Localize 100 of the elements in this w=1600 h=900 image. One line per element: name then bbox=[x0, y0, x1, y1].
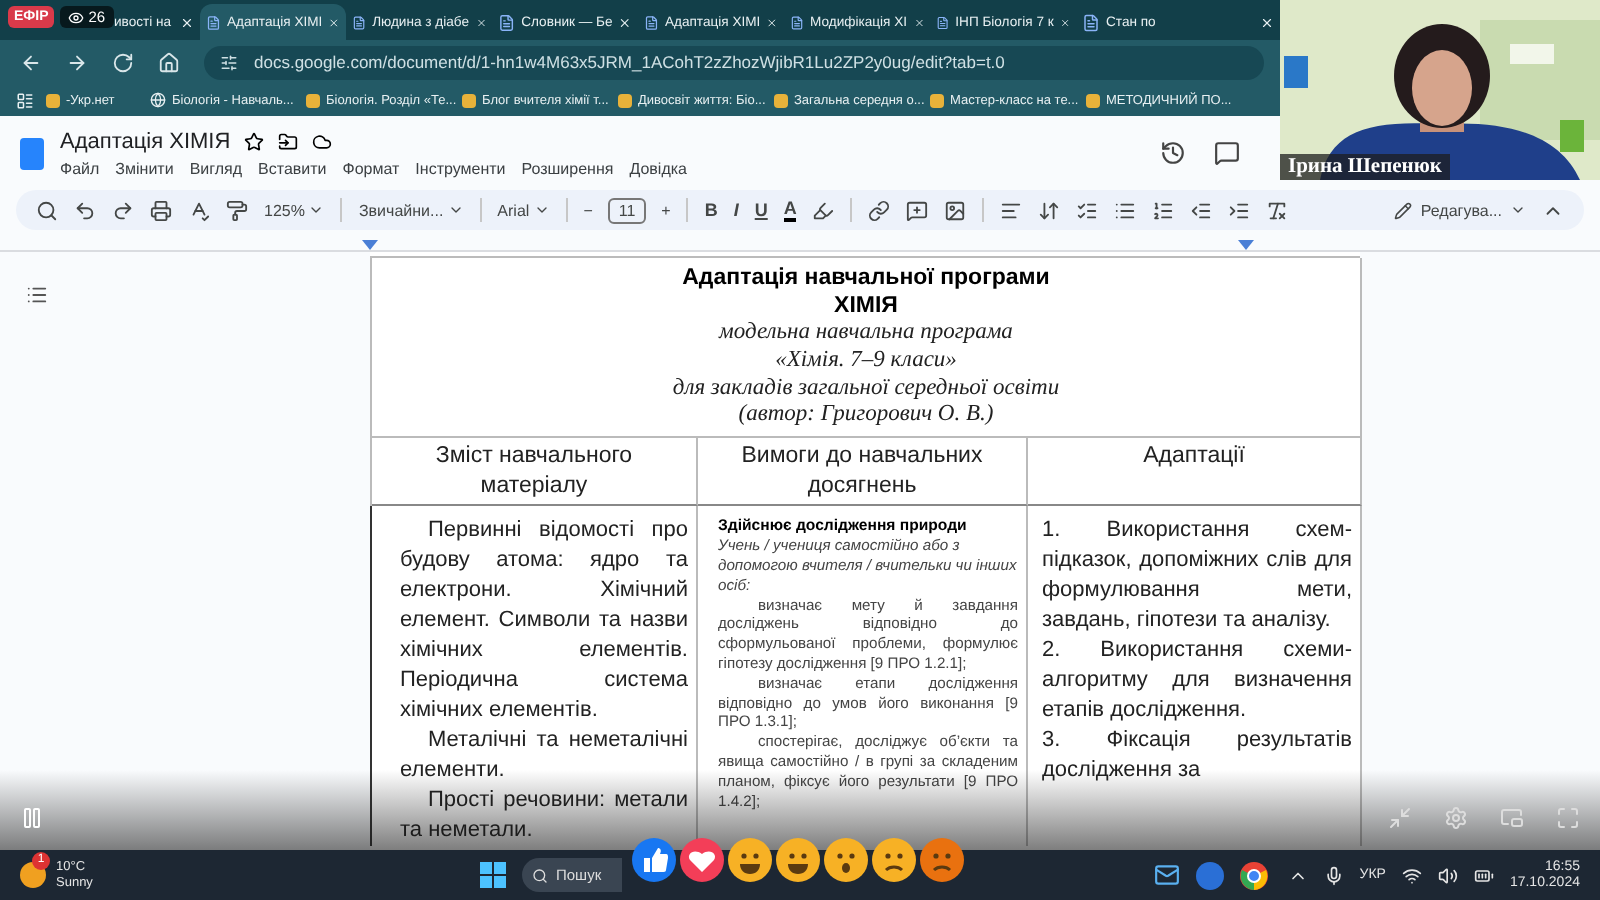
outline-icon[interactable] bbox=[26, 284, 48, 306]
indent-decrease-icon[interactable] bbox=[1190, 199, 1213, 221]
checklist-icon[interactable] bbox=[1076, 199, 1099, 221]
bookmark-favicon bbox=[1086, 93, 1100, 107]
angry-emoji-icon[interactable] bbox=[920, 838, 964, 882]
pause-icon[interactable] bbox=[20, 806, 44, 830]
mail-icon[interactable] bbox=[1154, 862, 1180, 888]
underline-button[interactable]: U bbox=[754, 200, 768, 220]
align-icon[interactable] bbox=[1000, 199, 1023, 221]
close-icon[interactable] bbox=[1059, 15, 1070, 29]
content-paragraph: Металічні та неметалічні елементи. bbox=[400, 726, 688, 787]
app-icon[interactable] bbox=[1196, 861, 1224, 889]
cloud-icon[interactable] bbox=[312, 131, 333, 151]
bookmark-favicon bbox=[306, 93, 320, 107]
caret-icon bbox=[1510, 202, 1526, 218]
document-icon bbox=[1082, 13, 1100, 31]
line-spacing-icon[interactable] bbox=[1038, 199, 1061, 221]
document-icon bbox=[206, 13, 221, 31]
eye-icon bbox=[68, 9, 85, 25]
bookmark-favicon bbox=[930, 93, 944, 107]
history-icon[interactable] bbox=[1160, 140, 1186, 166]
zoom-dropdown[interactable]: 125% bbox=[264, 201, 325, 219]
style-dropdown[interactable]: Звичайни... bbox=[358, 201, 464, 219]
menu-item[interactable]: Довідка bbox=[629, 159, 687, 177]
highlighter-icon[interactable] bbox=[812, 199, 835, 221]
participant-name: Ірина Шепенюк bbox=[1280, 154, 1450, 180]
adaptation-paragraph: 2. Використання схеми-алгоритму для визначення етапів дослідження. bbox=[1042, 636, 1352, 727]
comment-icon[interactable] bbox=[1214, 140, 1240, 166]
back-icon[interactable] bbox=[20, 51, 42, 73]
numbered-list-icon[interactable] bbox=[1152, 199, 1175, 221]
paint-format-icon[interactable] bbox=[226, 199, 248, 221]
document-icon bbox=[790, 13, 805, 31]
laughing-emoji-icon[interactable] bbox=[776, 838, 820, 882]
microphone-icon[interactable] bbox=[1323, 865, 1344, 885]
forward-icon[interactable] bbox=[66, 51, 88, 73]
document-title[interactable]: Адаптація ХІМІЯ bbox=[60, 129, 231, 153]
chrome-icon[interactable] bbox=[1240, 861, 1268, 889]
link-icon[interactable] bbox=[868, 199, 891, 221]
adaptation-paragraph: 1. Використання схем-підказок, допоміжних слів для формулювання мети, завдань, гіпотези та аналізу. bbox=[1042, 516, 1352, 637]
reload-icon[interactable] bbox=[112, 51, 134, 73]
content-paragraph: Прості речовини: метали та неметали. bbox=[400, 786, 688, 847]
redo-icon[interactable] bbox=[112, 199, 134, 221]
spellcheck-icon[interactable] bbox=[188, 199, 210, 221]
indent-increase-icon[interactable] bbox=[1228, 199, 1251, 221]
print-icon[interactable] bbox=[150, 199, 172, 221]
menu-item[interactable]: Вигляд bbox=[189, 159, 243, 177]
italic-button[interactable]: I bbox=[733, 200, 739, 220]
subtitle-line: модельна навчальна програма bbox=[716, 320, 1015, 348]
star-icon[interactable] bbox=[244, 131, 265, 151]
font-size-field[interactable]: 11 bbox=[608, 197, 646, 223]
text-color-button[interactable]: A bbox=[783, 199, 797, 221]
close-icon[interactable] bbox=[1260, 15, 1274, 29]
image-icon[interactable] bbox=[944, 199, 967, 221]
thumbs-up-icon[interactable] bbox=[632, 838, 676, 882]
site-settings-icon[interactable] bbox=[220, 53, 238, 71]
subtitle-line: для закладів загальної середньої освіти bbox=[670, 375, 1062, 403]
document-icon bbox=[498, 13, 516, 31]
bulleted-list-icon[interactable] bbox=[1114, 199, 1137, 221]
close-icon[interactable] bbox=[328, 15, 340, 29]
mode-dropdown[interactable]: Редагува... bbox=[1394, 201, 1526, 219]
menu-item[interactable]: Формат bbox=[342, 159, 400, 177]
menu-item[interactable]: Вставити bbox=[258, 159, 327, 177]
apps-icon[interactable] bbox=[16, 91, 34, 109]
decrease-size-button[interactable]: − bbox=[583, 201, 593, 219]
adaptation-paragraph: 3. Фіксація результатів дослідження за bbox=[1042, 726, 1352, 787]
windows-start-icon[interactable] bbox=[480, 862, 506, 888]
increase-size-button[interactable]: + bbox=[661, 201, 671, 219]
column-header: Зміст навчального матеріалу bbox=[372, 438, 698, 507]
bookmark-favicon bbox=[462, 93, 476, 107]
close-icon[interactable] bbox=[618, 15, 632, 29]
undo-icon[interactable] bbox=[74, 199, 96, 221]
menu-item[interactable]: Файл bbox=[60, 159, 100, 177]
bookmark-favicon bbox=[46, 93, 60, 107]
home-icon[interactable] bbox=[158, 51, 180, 73]
move-folder-icon[interactable] bbox=[278, 131, 299, 151]
document-icon bbox=[352, 13, 367, 31]
surprised-emoji-icon[interactable] bbox=[824, 838, 868, 882]
bold-button[interactable]: B bbox=[704, 200, 718, 220]
crying-emoji-icon[interactable] bbox=[872, 838, 916, 882]
clear-formatting-icon[interactable] bbox=[1266, 199, 1289, 221]
address-bar[interactable]: docs.google.com/document/d/1-hn1w4M63x5JRM_1ACohT2zZhozWjibR1Lu2ZP2y0ug/edit?tab=t.0 bbox=[204, 45, 1264, 79]
wifi-icon[interactable] bbox=[1401, 865, 1422, 885]
menu-item[interactable]: Розширення bbox=[521, 159, 614, 177]
menu-item[interactable]: Інструменти bbox=[415, 159, 506, 177]
battery-icon[interactable] bbox=[1473, 865, 1494, 885]
document-icon bbox=[936, 13, 950, 31]
table-title: Адаптація навчальної програми bbox=[680, 266, 1052, 293]
close-icon[interactable] bbox=[766, 15, 778, 29]
column-header: Адаптації bbox=[1028, 438, 1362, 507]
font-dropdown[interactable]: Arial bbox=[497, 201, 550, 219]
caret-icon bbox=[533, 202, 550, 218]
search-icon[interactable] bbox=[36, 199, 58, 221]
volume-icon[interactable] bbox=[1437, 865, 1458, 885]
subject-title: ХІМІЯ bbox=[832, 293, 900, 320]
menu-item[interactable]: Змінити bbox=[115, 159, 174, 177]
close-icon[interactable] bbox=[180, 15, 194, 29]
add-comment-icon[interactable] bbox=[906, 199, 929, 221]
docs-logo-icon[interactable] bbox=[20, 137, 44, 169]
caret-icon bbox=[308, 202, 325, 218]
globe-icon bbox=[150, 92, 166, 108]
